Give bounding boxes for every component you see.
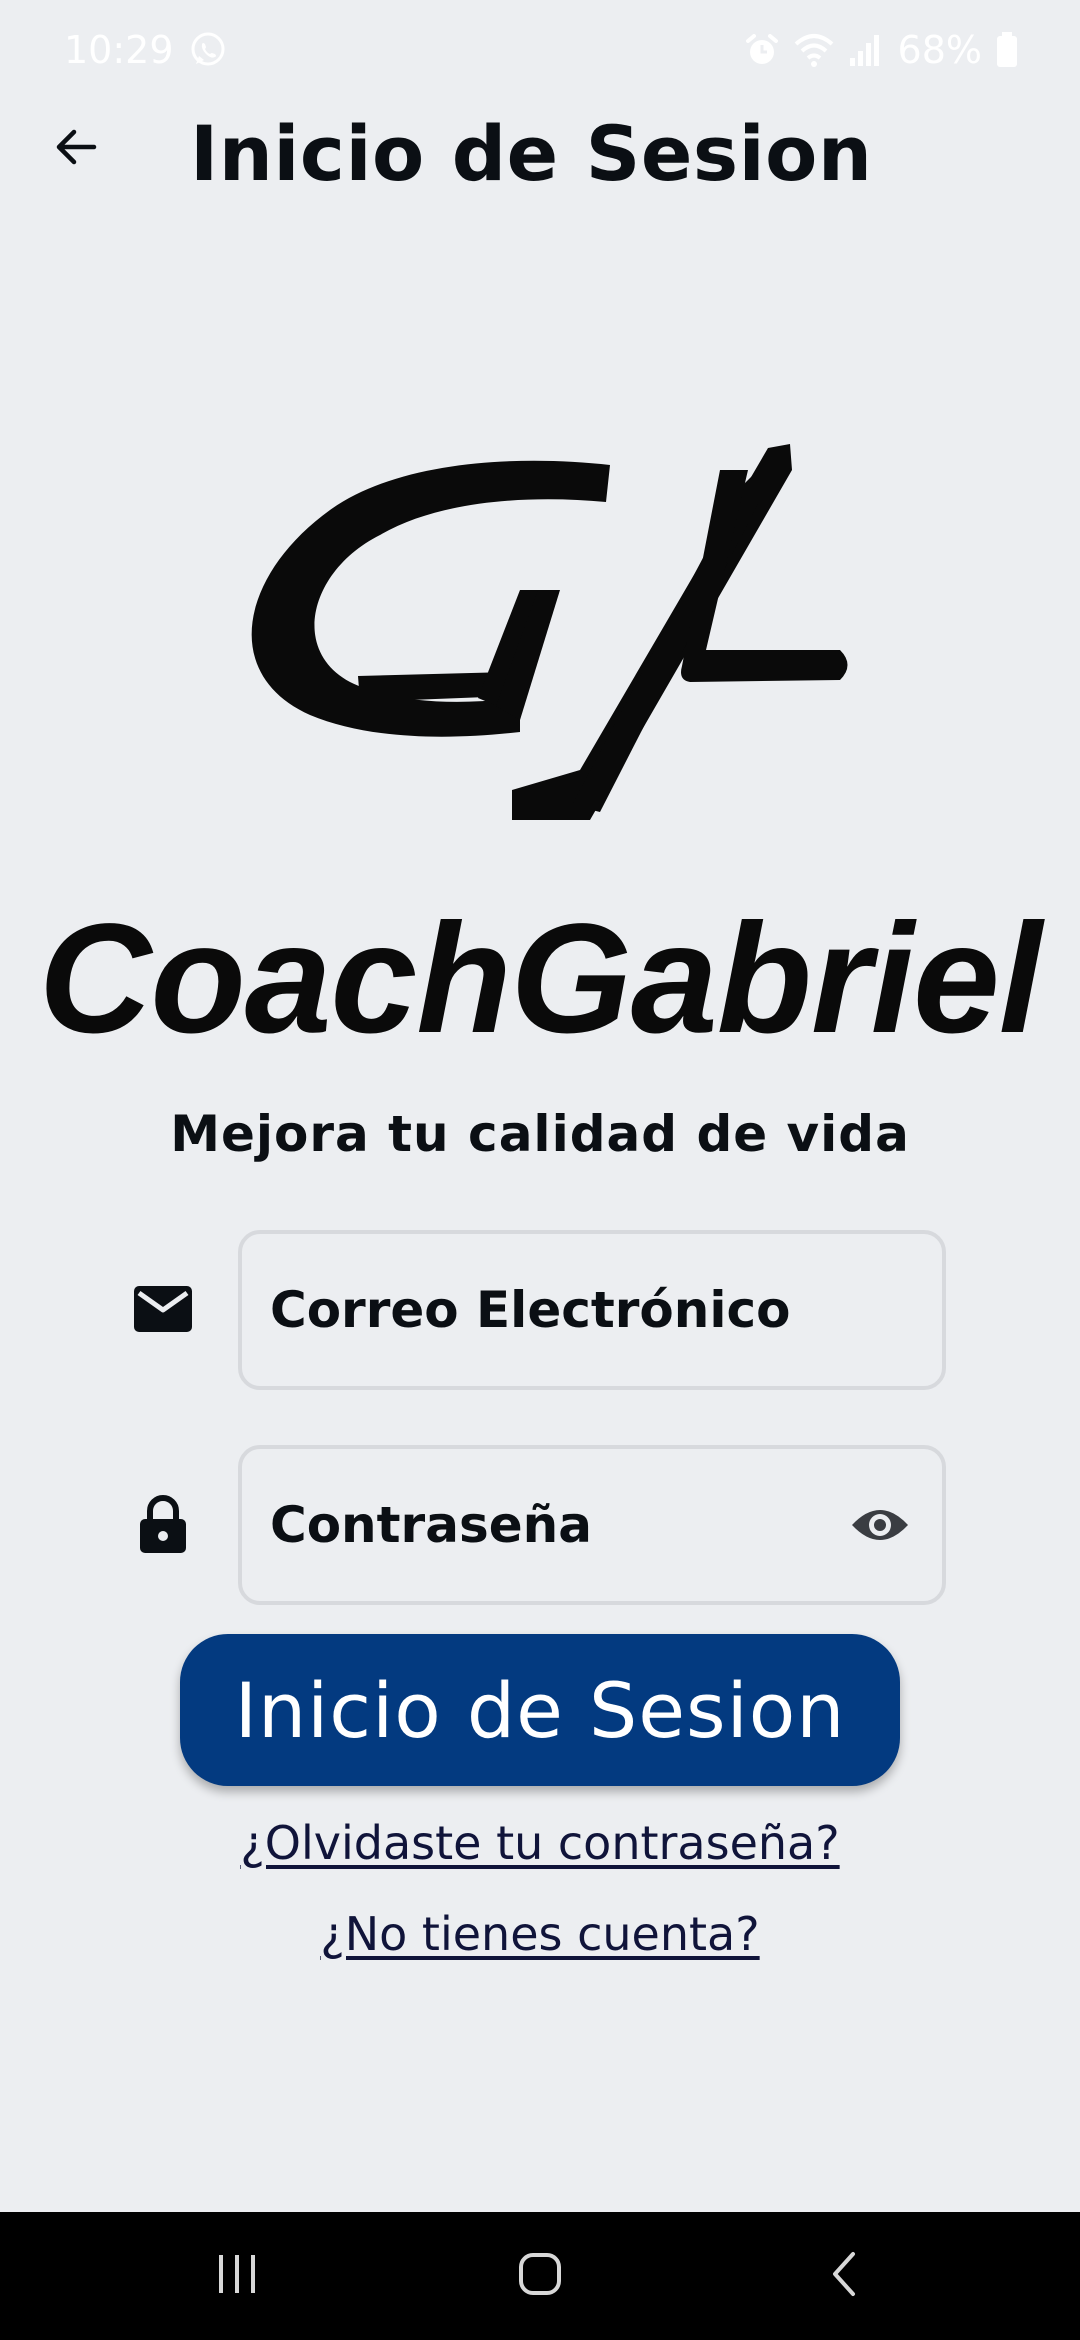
- home-icon: [518, 2252, 562, 2300]
- page-title: Inicio de Sesion: [190, 109, 873, 198]
- alarm-icon: [744, 32, 780, 68]
- register-link[interactable]: ¿No tienes cuenta?: [0, 1907, 1080, 1961]
- email-row: Correo Electrónico: [0, 1230, 1080, 1390]
- password-field[interactable]: Contraseña: [238, 1445, 946, 1605]
- forgot-password-link[interactable]: ¿Olvidaste tu contraseña?: [0, 1816, 1080, 1870]
- system-nav-bar: [0, 2212, 1080, 2340]
- cg-logo-mark: [220, 440, 860, 830]
- status-time: 10:29: [64, 28, 174, 72]
- battery-percent: 68%: [897, 28, 982, 72]
- recent-apps-button[interactable]: [202, 2246, 272, 2306]
- whatsapp-icon: [188, 30, 228, 70]
- system-back-button[interactable]: [808, 2246, 878, 2306]
- toggle-password-visibility-button[interactable]: [846, 1495, 914, 1559]
- password-row: Contraseña: [0, 1445, 1080, 1605]
- status-left: 10:29: [64, 28, 228, 72]
- home-button[interactable]: [505, 2246, 575, 2306]
- lock-icon: [132, 1491, 194, 1557]
- login-button[interactable]: Inicio de Sesion: [180, 1634, 900, 1786]
- back-button[interactable]: [44, 117, 108, 181]
- wifi-icon: [794, 32, 834, 68]
- arrow-back-icon: [52, 123, 100, 175]
- eye-icon: [850, 1505, 910, 1549]
- recent-apps-icon: [215, 2253, 259, 2299]
- tagline: Mejora tu calidad de vida: [170, 1105, 910, 1163]
- app-bar: Inicio de Sesion: [0, 95, 1080, 205]
- status-right: 68%: [744, 28, 1018, 72]
- mail-icon: [132, 1276, 194, 1342]
- signal-icon: [848, 32, 884, 68]
- email-field[interactable]: Correo Electrónico: [238, 1230, 946, 1390]
- password-placeholder: Contraseña: [270, 1496, 592, 1554]
- brand-name: CoachGabriel: [38, 892, 1042, 1066]
- status-bar: 10:29 68%: [0, 0, 1080, 100]
- email-placeholder: Correo Electrónico: [270, 1281, 791, 1339]
- battery-icon: [996, 32, 1018, 68]
- back-icon: [827, 2250, 859, 2302]
